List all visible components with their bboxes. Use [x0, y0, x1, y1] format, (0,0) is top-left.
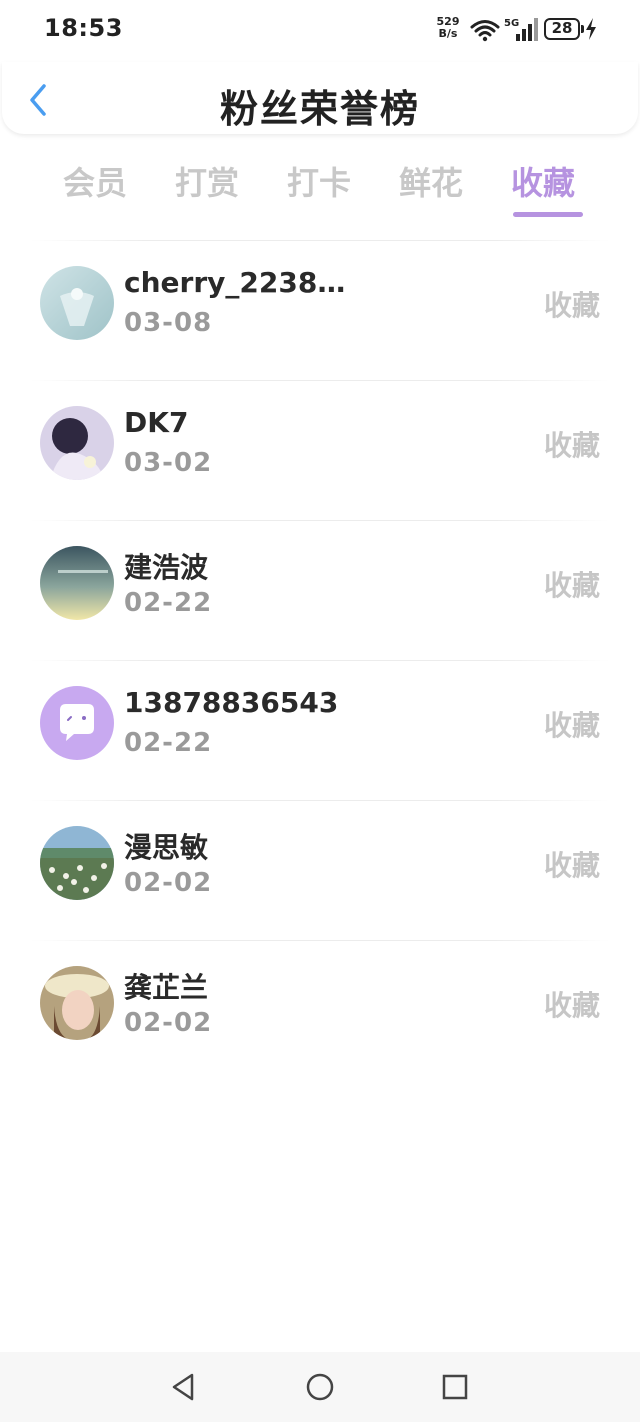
favorite-label: 收藏: [543, 849, 600, 882]
avatar-image: [40, 266, 114, 340]
tab-label: 收藏: [510, 164, 575, 202]
system-nav-bar: [0, 1352, 640, 1422]
favorite-label: 收藏: [543, 289, 600, 322]
battery-indicator: 28: [544, 18, 584, 40]
network-speed-unit: B/s: [438, 27, 458, 40]
tab-checkin[interactable]: 打卡: [274, 158, 364, 204]
avatar-image: [40, 546, 114, 620]
nav-recents-icon[interactable]: [438, 1370, 472, 1404]
avatar[interactable]: [40, 686, 114, 760]
avatar-image: [40, 966, 114, 1040]
app-header: 粉丝荣誉榜: [2, 62, 638, 134]
favorite-date: 02-02: [124, 868, 213, 898]
tab-label: 打赏: [174, 164, 239, 202]
avatar[interactable]: [40, 406, 114, 480]
page-title: 粉丝荣誉榜: [219, 87, 420, 131]
favorite-date: 03-02: [124, 448, 213, 478]
nav-home-icon[interactable]: [303, 1370, 337, 1404]
user-name: 13878836543: [124, 686, 339, 719]
avatar[interactable]: [40, 266, 114, 340]
signal-icon: 5G: [504, 18, 538, 41]
favorite-label: 收藏: [543, 709, 600, 742]
list-item[interactable]: 建浩波 02-22 收藏: [0, 520, 640, 660]
tab-label: 会员: [62, 164, 127, 202]
user-name: cherry_22384...: [124, 266, 354, 299]
status-bar: 18:53 529 B/s 5G 28: [0, 0, 640, 60]
signal-label: 5G: [504, 18, 519, 29]
tab-label: 打卡: [286, 164, 351, 202]
favorite-label: 收藏: [543, 429, 600, 462]
user-name: 龚芷兰: [124, 971, 209, 1004]
tab-label: 鲜花: [398, 164, 463, 202]
favorite-label: 收藏: [543, 989, 600, 1022]
avatar-image: [40, 826, 114, 900]
tab-favorites[interactable]: 收藏: [498, 158, 588, 217]
user-name: 漫思敏: [124, 831, 209, 864]
favorite-date: 02-22: [124, 588, 213, 618]
tab-reward[interactable]: 打赏: [162, 158, 252, 204]
tab-flowers[interactable]: 鲜花: [386, 158, 476, 204]
avatar[interactable]: [40, 826, 114, 900]
active-tab-indicator: [513, 212, 583, 217]
favorite-date: 02-02: [124, 1008, 213, 1038]
favorite-label: 收藏: [543, 569, 600, 602]
tab-bar: 会员 打赏 打卡 鲜花 收藏: [40, 158, 600, 222]
list-item[interactable]: 龚芷兰 02-02 收藏: [0, 940, 640, 1080]
list-item[interactable]: cherry_22384... 03-08 收藏: [0, 240, 640, 380]
favorite-date: 02-22: [124, 728, 213, 758]
network-speed: 529 B/s: [434, 16, 462, 40]
list-item[interactable]: DK7 03-02 收藏: [0, 380, 640, 520]
list-item[interactable]: 13878836543 02-22 收藏: [0, 660, 640, 800]
wifi-icon: [470, 20, 500, 42]
user-name: DK7: [124, 406, 189, 439]
user-name: 建浩波: [124, 551, 209, 584]
nav-back-icon[interactable]: [166, 1370, 200, 1404]
avatar[interactable]: [40, 966, 114, 1040]
favorite-date: 03-08: [124, 308, 213, 338]
charging-bolt-icon: [586, 18, 596, 40]
avatar[interactable]: [40, 546, 114, 620]
list-item[interactable]: 漫思敏 02-02 收藏: [0, 800, 640, 940]
fan-list: cherry_22384... 03-08 收藏 DK7 03-02 收藏 建浩…: [0, 240, 640, 1080]
status-time: 18:53: [44, 14, 123, 42]
tab-membership[interactable]: 会员: [50, 158, 140, 204]
avatar-image: [40, 406, 114, 480]
default-avatar-icon: [40, 686, 114, 760]
